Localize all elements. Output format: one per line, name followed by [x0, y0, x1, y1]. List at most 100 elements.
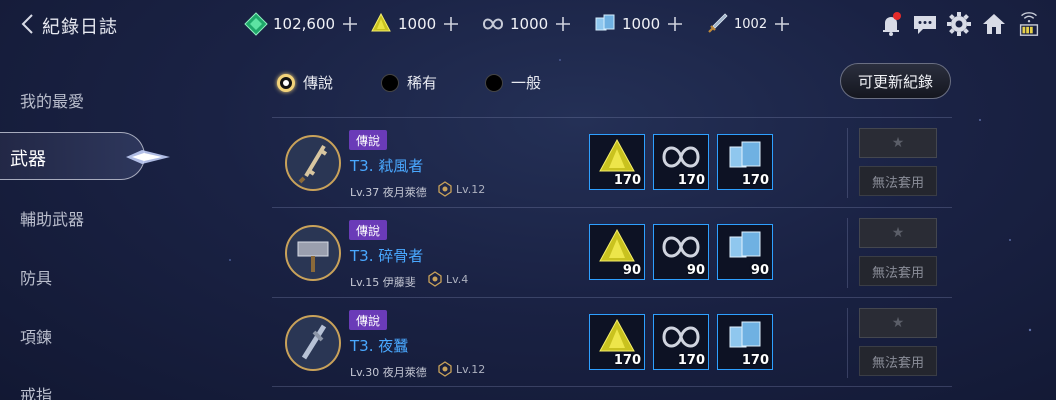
material-slot[interactable]: 170 [653, 134, 709, 190]
favorite-star-button[interactable]: ★ [859, 218, 937, 248]
sidebar-item-ring[interactable]: 戒指 [20, 382, 52, 400]
radio-icon[interactable] [381, 73, 399, 92]
filter-normal[interactable]: 一般 [485, 72, 541, 93]
sub-level-value: Lv.4 [446, 272, 469, 286]
weapon-row[interactable]: 傳說 T3. 弒風者 Lv.37 夜月萊德 Lv.12 170 170 170 … [272, 117, 952, 207]
silver-infinity-icon [662, 146, 700, 168]
selection-arrow-icon [126, 150, 170, 164]
sidebar-item-armor[interactable]: 防具 [20, 265, 52, 289]
apply-button[interactable]: 無法套用 [859, 346, 937, 376]
filter-label: 稀有 [407, 74, 438, 92]
rarity-badge: 傳說 [349, 130, 387, 150]
green-gem-amount: 102,600 [273, 15, 336, 33]
yellow-crystal-icon [371, 12, 391, 32]
apply-button[interactable]: 無法套用 [859, 256, 937, 286]
sidebar-item-weapons-label: 武器 [10, 149, 46, 170]
resource-yellow-crystal: 1000 [368, 10, 460, 38]
dagger-icon [708, 13, 728, 33]
silver-infinity-icon [662, 236, 700, 258]
weapon-name: T3. 夜蠶 [350, 337, 409, 355]
green-gem-icon [244, 12, 268, 36]
emblem-icon [428, 271, 442, 287]
add-yellow-crystal-button[interactable] [442, 15, 460, 33]
weapon-owner-level: Lv.37 夜月萊德 [350, 186, 427, 199]
material-count: 90 [686, 263, 705, 278]
sidebar-item-weapons[interactable]: 武器 [0, 132, 145, 180]
sidebar-item-sub-weapons[interactable]: 輔助武器 [20, 206, 84, 230]
gear-icon[interactable] [945, 10, 973, 38]
sub-level-value: Lv.12 [456, 182, 486, 196]
ice-crystal-icon [729, 321, 761, 348]
weapon-owner-level: Lv.15 伊藤斐 [350, 276, 416, 289]
material-slot[interactable]: 170 [717, 314, 773, 370]
chat-icon[interactable] [911, 10, 939, 38]
weapon-row[interactable]: 傳說 T3. 碎骨者 Lv.15 伊藤斐 Lv.4 90 90 90 ★ 無法套… [272, 207, 952, 297]
resource-ice-crystal: 1000 [592, 10, 684, 38]
yellow-crystal-icon [599, 138, 635, 172]
chevron-left-icon[interactable] [14, 10, 44, 38]
material-count: 170 [677, 353, 705, 368]
material-count: 170 [741, 353, 769, 368]
emblem-icon [438, 181, 452, 197]
sub-level-value: Lv.12 [456, 362, 486, 376]
weapon-owner-level: Lv.30 夜月萊德 [350, 366, 427, 379]
silver-infinity-icon [662, 326, 700, 348]
material-count: 90 [750, 263, 769, 278]
yellow-crystal-amount: 1000 [398, 15, 437, 33]
weapon-icon [285, 225, 341, 281]
apply-button[interactable]: 無法套用 [859, 166, 937, 196]
weapon-row[interactable]: 傳說 T3. 夜蠶 Lv.30 夜月萊德 Lv.12 170 170 170 ★… [272, 297, 952, 387]
bell-icon[interactable] [877, 10, 905, 38]
resource-dagger: 1002 [704, 10, 791, 38]
favorite-star-button[interactable]: ★ [859, 308, 937, 338]
sub-level: Lv.12 [437, 361, 485, 377]
filter-rare[interactable]: 稀有 [381, 72, 437, 93]
weapon-name: T3. 碎骨者 [350, 247, 424, 265]
material-count: 90 [622, 263, 641, 278]
material-slot[interactable]: 90 [717, 224, 773, 280]
add-dagger-button[interactable] [773, 15, 791, 33]
add-ice-crystal-button[interactable] [666, 15, 684, 33]
material-slot[interactable]: 170 [589, 314, 645, 370]
sub-level: Lv.12 [437, 181, 485, 197]
sidebar-item-favorites[interactable]: 我的最愛 [20, 88, 84, 112]
material-count: 170 [613, 173, 641, 188]
material-slot[interactable]: 90 [653, 224, 709, 280]
radio-icon[interactable] [485, 73, 503, 92]
favorite-star-button[interactable]: ★ [859, 128, 937, 158]
ice-crystal-amount: 1000 [622, 15, 661, 33]
filter-label: 傳說 [303, 74, 334, 92]
radio-selected-icon[interactable] [277, 73, 295, 92]
ice-crystal-icon [729, 231, 761, 258]
updatable-records-button[interactable]: 可更新紀錄 [840, 63, 951, 99]
category-sidebar: 我的最愛 武器 輔助武器 防具 項鍊 戒指 [0, 70, 240, 400]
material-slot[interactable]: 170 [589, 134, 645, 190]
silver-infinity-icon [482, 18, 504, 30]
add-green-gem-button[interactable] [341, 15, 359, 33]
battery-icon [1019, 12, 1039, 36]
silver-infinity-amount: 1000 [510, 15, 549, 33]
dagger-amount: 1002 [734, 16, 768, 32]
weapon-icon [285, 315, 341, 371]
rarity-badge: 傳說 [349, 310, 387, 330]
sub-level: Lv.4 [427, 271, 468, 287]
filter-legendary[interactable]: 傳說 [277, 72, 333, 93]
material-slot[interactable]: 90 [589, 224, 645, 280]
weapon-icon [285, 135, 341, 191]
add-silver-infinity-button[interactable] [554, 15, 572, 33]
page-title: 紀錄日誌 [42, 17, 118, 38]
ice-crystal-icon [729, 141, 761, 168]
rarity-badge: 傳說 [349, 220, 387, 240]
sidebar-item-necklace[interactable]: 項鍊 [20, 324, 52, 348]
resource-green-gem: 102,600 [243, 10, 359, 38]
material-slot[interactable]: 170 [717, 134, 773, 190]
material-count: 170 [741, 173, 769, 188]
resource-silver-infinity: 1000 [480, 10, 572, 38]
top-bar: 紀錄日誌 102,600 1000 1000 1000 1002 [0, 0, 1056, 48]
yellow-crystal-icon [599, 228, 635, 262]
home-icon[interactable] [980, 10, 1008, 38]
yellow-crystal-icon [599, 318, 635, 352]
material-slot[interactable]: 170 [653, 314, 709, 370]
row-divider [847, 308, 848, 378]
row-divider [847, 218, 848, 288]
